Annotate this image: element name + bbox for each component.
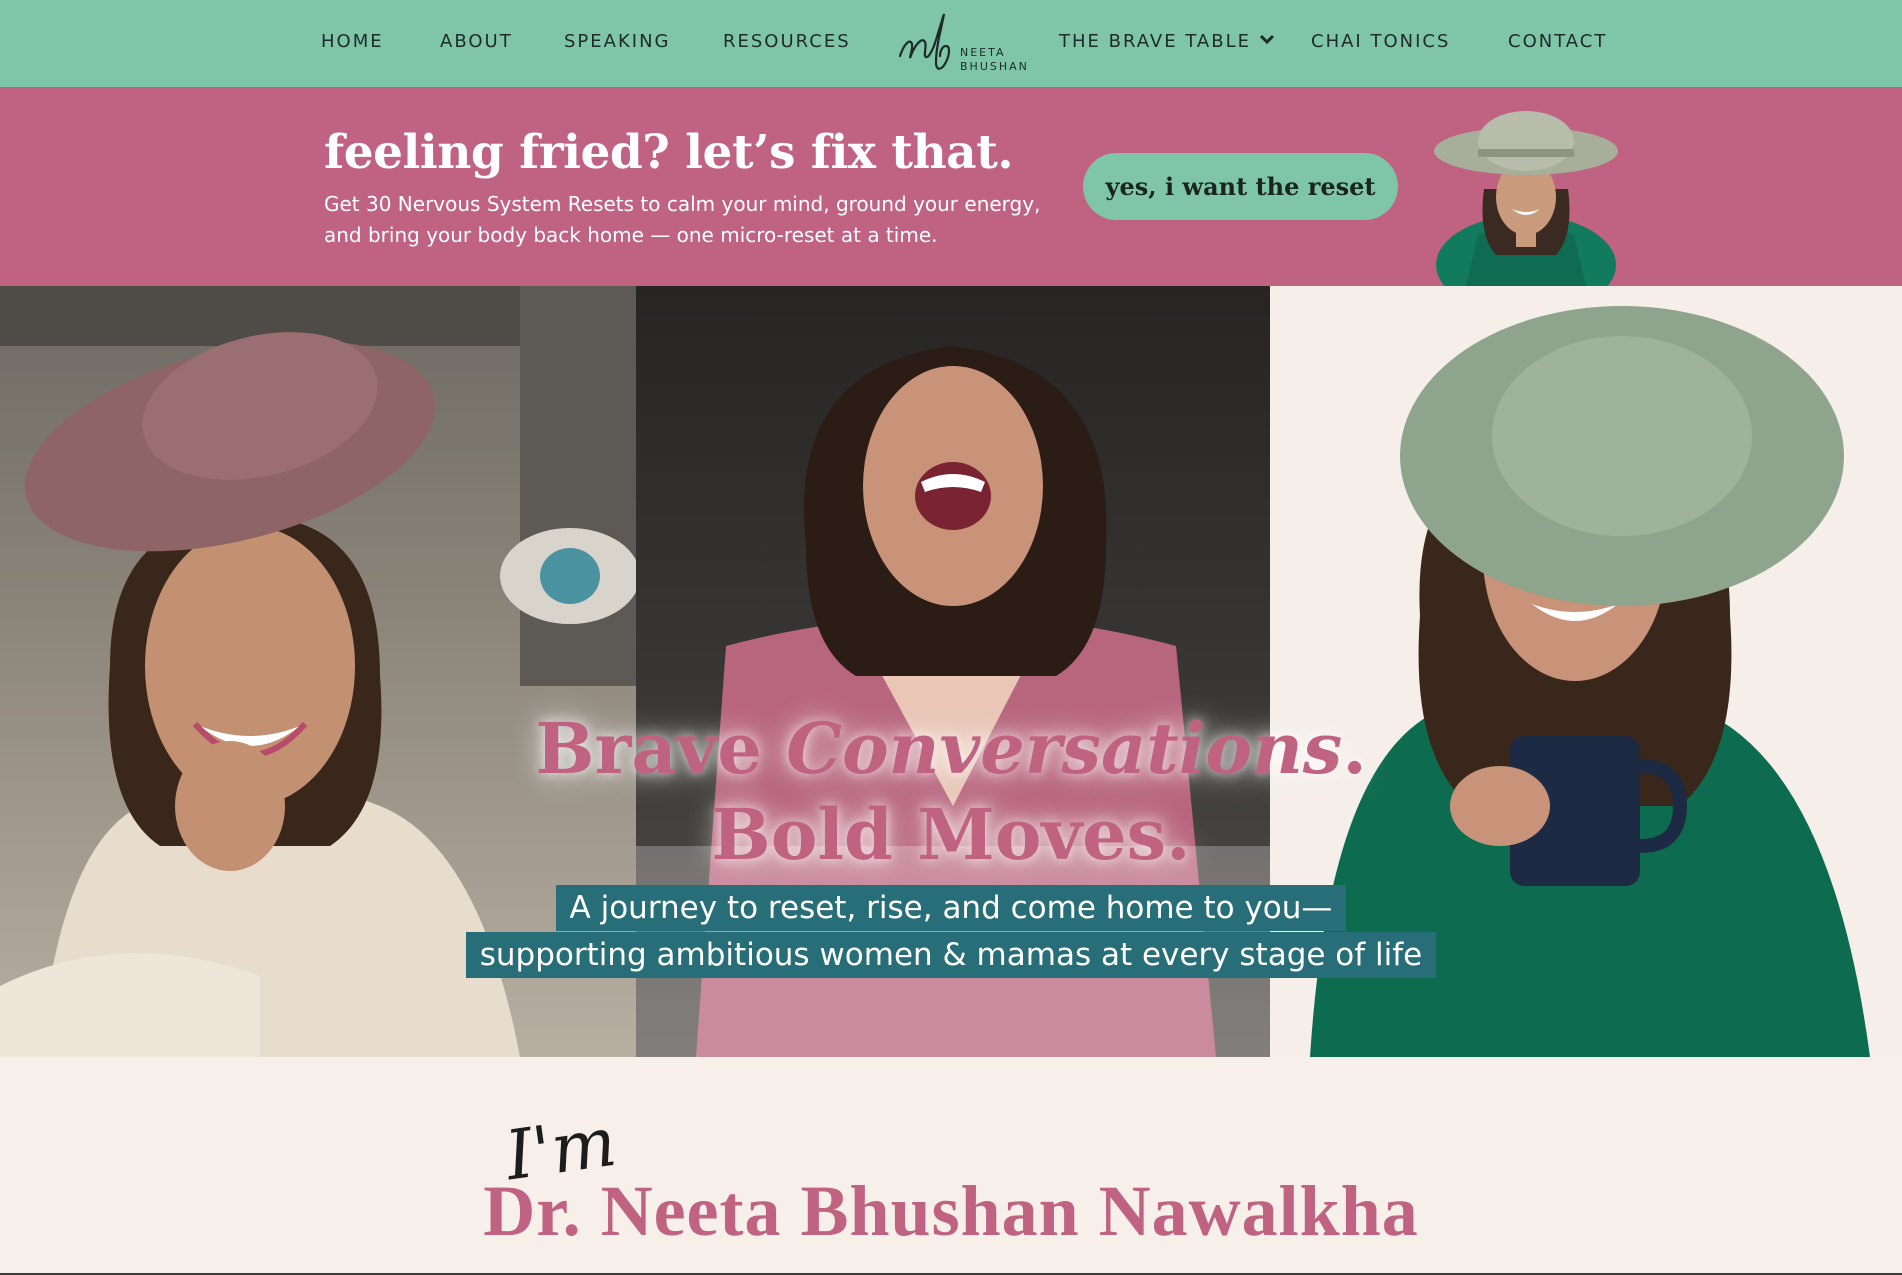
logo-line-1: NEETA [960,46,1006,59]
hero-subtitle-text-1: A journey to reset, rise, and come home … [555,885,1347,931]
nav-about[interactable]: ABOUT [440,31,513,52]
hero-subtitle-text-2: supporting ambitious women & mamas at ev… [465,932,1437,978]
logo-monogram-icon [898,13,951,70]
nav-chai-tonics[interactable]: CHAI TONICS [1311,31,1450,52]
promo-portrait-image [1434,111,1618,286]
nav-brave-table[interactable]: THE BRAVE TABLE [1059,31,1275,52]
hero-heading-line-2: Bold Moves. [711,793,1191,876]
promo-banner: feeling fried? let’s fix that. Get 30 Ne… [0,87,1902,286]
promo-title: feeling fried? let’s fix that. [324,125,1014,180]
nav-speaking[interactable]: SPEAKING [564,31,671,52]
hero-heading-period: . [1342,707,1367,790]
hero-heading: Brave Conversations. Bold Moves. [0,706,1902,878]
nav-brave-table-label: THE BRAVE TABLE [1059,31,1251,52]
hero-subtitle-line-1: A journey to reset, rise, and come home … [0,885,1902,931]
chevron-down-icon[interactable] [1259,34,1275,45]
hero-heading-line-1: Brave Conversations. [0,706,1902,792]
hero-subtitle-line-2: supporting ambitious women & mamas at ev… [0,932,1902,978]
top-navigation: HOME ABOUT SPEAKING RESOURCES NEETA BHUS… [0,0,1902,87]
hero-heading-italic: Conversations [786,707,1343,790]
hero-heading-part-1: Brave [535,707,787,790]
nav-home[interactable]: HOME [321,31,384,52]
hero-section: Brave Conversations. Bold Moves. A journ… [0,286,1902,1057]
nav-resources[interactable]: RESOURCES [723,31,851,52]
logo-line-2: BHUSHAN [960,60,1029,73]
reset-cta-button[interactable]: yes, i want the reset [1083,153,1398,220]
logo-wordmark: NEETA BHUSHAN [960,46,1029,74]
nav-contact[interactable]: CONTACT [1508,31,1607,52]
site-logo[interactable]: NEETA BHUSHAN [896,10,1028,78]
intro-name-heading: Dr. Neeta Bhushan Nawalkha [483,1171,1419,1251]
promo-subtitle: Get 30 Nervous System Resets to calm you… [324,192,1041,247]
